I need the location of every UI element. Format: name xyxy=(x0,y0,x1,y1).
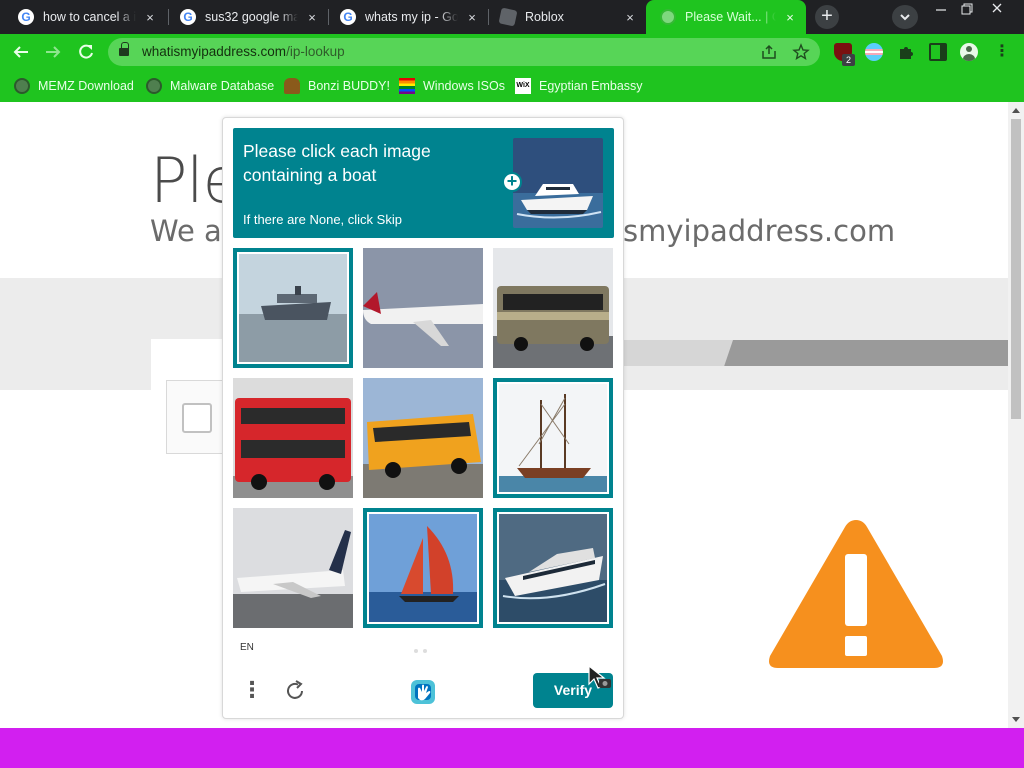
tile-bus[interactable] xyxy=(493,248,613,368)
bookmark-windows-isos[interactable]: Windows ISOs xyxy=(399,76,505,96)
expand-example-icon[interactable]: + xyxy=(502,172,522,192)
extensions-puzzle-icon[interactable] xyxy=(897,43,915,61)
scrollbar-thumb[interactable] xyxy=(1011,119,1021,419)
bonzi-icon xyxy=(284,78,300,94)
share-icon[interactable] xyxy=(760,43,778,61)
mouse-cursor-icon xyxy=(588,664,611,689)
refresh-challenge-button[interactable] xyxy=(283,679,307,703)
close-icon xyxy=(992,3,1002,13)
restore-button[interactable] xyxy=(952,0,982,18)
tab-search-button[interactable] xyxy=(892,5,918,29)
new-tab-button[interactable]: + xyxy=(815,5,839,29)
tab-please-wait[interactable]: Please Wait... | Clo × xyxy=(646,0,806,34)
tile-cruise-ship[interactable] xyxy=(233,248,353,368)
url-path: /ip-lookup xyxy=(286,44,345,59)
close-icon[interactable]: × xyxy=(464,9,480,25)
back-arrow-icon xyxy=(13,46,28,58)
bookmark-star-icon[interactable] xyxy=(792,43,810,61)
ublock-count-badge: 2 xyxy=(842,54,855,66)
bookmark-label: MEMZ Download xyxy=(38,79,134,93)
browser-menu-icon[interactable]: ⋮ xyxy=(993,43,1011,61)
scroll-up-arrow-icon[interactable] xyxy=(1012,108,1020,113)
page-scrollbar[interactable] xyxy=(1008,102,1024,728)
globe-icon xyxy=(14,78,30,94)
tab-title: Roblox xyxy=(525,10,564,24)
browser-toolbar: whatismyipaddress.com/ip-lookup ⋮ xyxy=(0,34,1024,70)
url-text[interactable]: whatismyipaddress.com/ip-lookup xyxy=(142,38,345,66)
tile-sailboat[interactable] xyxy=(363,508,483,628)
close-icon[interactable]: × xyxy=(304,9,320,25)
forward-button[interactable] xyxy=(40,39,66,65)
bookmark-egyptian-embassy[interactable]: WiX Egyptian Embassy xyxy=(515,76,643,96)
close-window-button[interactable] xyxy=(982,0,1012,18)
url-host: whatismyipaddress.com xyxy=(142,44,287,59)
warning-icon xyxy=(769,520,943,668)
google-icon xyxy=(18,9,34,25)
example-image[interactable] xyxy=(513,138,603,228)
skip-hint: If there are None, click Skip xyxy=(243,212,402,227)
prompt-text: Please click each image containing a boa… xyxy=(243,141,431,185)
page-indicator xyxy=(414,649,430,653)
google-icon xyxy=(340,9,356,25)
bookmark-bonzi-buddy[interactable]: Bonzi BUDDY! xyxy=(284,76,390,96)
tab-whats-my-ip[interactable]: whats my ip - Goo × xyxy=(326,0,488,34)
profile-avatar-icon[interactable] xyxy=(960,43,978,61)
decorative-stripe-cut xyxy=(623,340,733,366)
bookmark-label: Malware Database xyxy=(170,79,275,93)
restore-icon xyxy=(961,3,973,15)
tab-title: whats my ip - Goo xyxy=(365,10,458,24)
challenge-prompt: Please click each image containing a boa… xyxy=(233,128,614,238)
tile-airplane[interactable] xyxy=(363,248,483,368)
image-grid xyxy=(233,248,613,628)
human-checkbox[interactable] xyxy=(182,403,212,433)
tile-airplane[interactable] xyxy=(233,508,353,628)
hcaptcha-challenge: Please click each image containing a boa… xyxy=(222,117,624,719)
tab-strip: how to cancel a in × sus32 google map × … xyxy=(0,0,1024,34)
chevron-down-icon xyxy=(900,14,910,21)
bookmarks-bar: MEMZ Download Malware Database Bonzi BUD… xyxy=(0,70,1024,102)
bookmark-label: Bonzi BUDDY! xyxy=(308,79,390,93)
tab-sus32-google-maps[interactable]: sus32 google map × xyxy=(166,0,328,34)
trans-flag-extension-icon[interactable] xyxy=(865,43,883,61)
refresh-icon xyxy=(287,680,303,699)
scroll-down-arrow-icon[interactable] xyxy=(1012,717,1020,722)
tab-roblox[interactable]: Roblox × xyxy=(486,0,646,34)
google-icon xyxy=(180,9,196,25)
tab-title: sus32 google map xyxy=(205,10,298,24)
bookmark-malware-database[interactable]: Malware Database xyxy=(146,76,274,96)
page-subtitle-domain: smyipaddress.com xyxy=(623,214,896,248)
globe-icon xyxy=(146,78,162,94)
tile-school-bus[interactable] xyxy=(363,378,483,498)
bookmark-label: Egyptian Embassy xyxy=(539,79,643,93)
tab-title: how to cancel a in xyxy=(43,10,136,24)
hcaptcha-logo-icon[interactable] xyxy=(407,676,439,708)
taskbar xyxy=(0,728,1024,768)
bookmark-memz-download[interactable]: MEMZ Download xyxy=(14,76,134,96)
roblox-icon xyxy=(498,7,518,27)
lock-icon[interactable] xyxy=(119,42,129,57)
tile-yacht[interactable] xyxy=(493,508,613,628)
bookmark-label: Windows ISOs xyxy=(423,79,505,93)
address-bar[interactable]: whatismyipaddress.com/ip-lookup xyxy=(108,38,820,66)
tile-sailing-ship[interactable] xyxy=(493,378,613,498)
close-icon[interactable]: × xyxy=(782,9,798,25)
reload-button[interactable] xyxy=(73,39,99,65)
globe-icon xyxy=(660,9,676,25)
back-button[interactable] xyxy=(8,39,34,65)
side-panel-icon[interactable] xyxy=(929,43,947,61)
close-icon[interactable]: × xyxy=(622,9,638,25)
wix-icon: WiX xyxy=(515,78,531,94)
tab-how-to-cancel[interactable]: how to cancel a in × xyxy=(4,0,166,34)
reload-icon xyxy=(79,44,93,59)
more-options-button[interactable]: ⋮ xyxy=(241,676,263,706)
rainbow-flag-icon xyxy=(399,78,415,94)
tile-double-decker-bus[interactable] xyxy=(233,378,353,498)
forward-arrow-icon xyxy=(46,46,61,58)
tab-title: Please Wait... | Clo xyxy=(685,10,776,24)
close-icon[interactable]: × xyxy=(142,9,158,25)
language-selector[interactable]: EN xyxy=(240,642,254,653)
